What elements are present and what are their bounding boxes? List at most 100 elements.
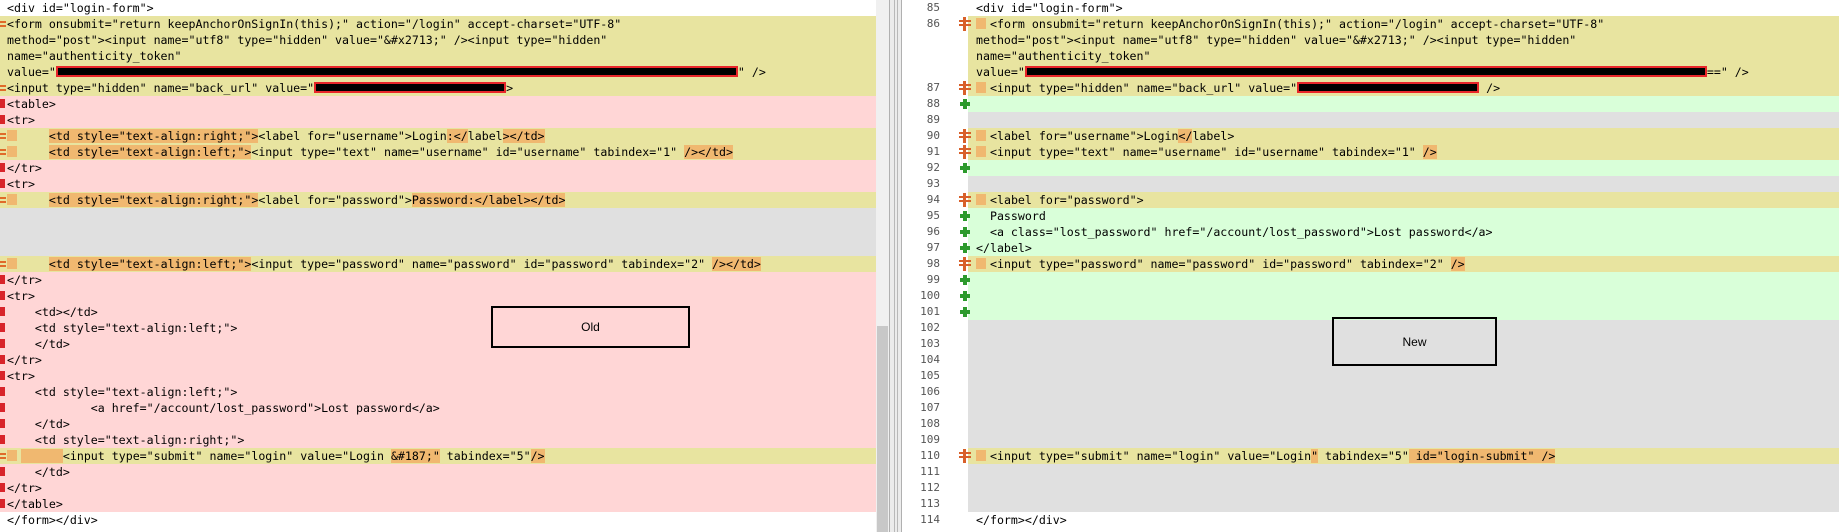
diff-line[interactable]: </form></div> — [0, 512, 876, 528]
redaction-box — [1297, 82, 1480, 93]
diff-line[interactable]: </tr> — [0, 352, 876, 368]
diff-line[interactable]: 100 — [902, 288, 1839, 304]
diff-line[interactable]: 94 <label for="password"> — [902, 192, 1839, 208]
line-code: <form onsubmit="return keepAnchorOnSignI… — [976, 16, 1604, 32]
diff-line[interactable] — [0, 240, 876, 256]
change-marker-icon[interactable] — [958, 80, 972, 96]
insert-plus-icon[interactable] — [958, 240, 972, 256]
code-text: </tr> — [7, 273, 42, 287]
insert-plus-icon[interactable] — [958, 272, 972, 288]
left-scrollbar[interactable] — [876, 0, 889, 532]
diff-line[interactable]: <td style="text-align:left;"> — [0, 384, 876, 400]
diff-line[interactable]: name="authenticity_token" — [0, 48, 876, 64]
diff-line[interactable]: <td style="text-align:right;"><label for… — [0, 192, 876, 208]
diff-line[interactable]: 98 <input type="password" name="password"… — [902, 256, 1839, 272]
diff-line[interactable]: <table> — [0, 96, 876, 112]
diff-line[interactable]: 111 — [902, 464, 1839, 480]
change-marker-icon[interactable] — [958, 16, 972, 32]
insert-plus-icon[interactable] — [958, 288, 972, 304]
deleted-marker-icon — [0, 435, 5, 444]
diff-line[interactable]: 88 — [902, 96, 1839, 112]
line-code: </td> — [7, 416, 70, 432]
diff-line[interactable]: <input type="hidden" name="back_url" val… — [0, 80, 876, 96]
old-file-pane[interactable]: <div id="login-form"> <form onsubmit="ret… — [0, 0, 876, 532]
diff-line[interactable]: 106 — [902, 384, 1839, 400]
diff-line[interactable]: 110 <input type="submit" name="login" val… — [902, 448, 1839, 464]
diff-line[interactable]: <input type="submit" name="login" value=… — [0, 448, 876, 464]
line-code: <form onsubmit="return keepAnchorOnSignI… — [7, 16, 621, 32]
diff-line[interactable]: </table> — [0, 496, 876, 512]
change-marker-icon[interactable] — [958, 144, 972, 160]
pane-splitter[interactable] — [889, 0, 902, 532]
diff-line[interactable]: <td style="text-align:left;"> — [0, 320, 876, 336]
diff-line[interactable]: 105 — [902, 368, 1839, 384]
diff-line[interactable]: <tr> — [0, 368, 876, 384]
diff-line[interactable]: 112 — [902, 480, 1839, 496]
change-marker-icon[interactable] — [958, 128, 972, 144]
diff-line[interactable]: method="post"><input name="utf8" type="h… — [902, 32, 1839, 48]
diff-line[interactable]: 96 <a class="lost_password" href="/accou… — [902, 224, 1839, 240]
diff-line[interactable]: <td></td> — [0, 304, 876, 320]
new-file-pane[interactable]: 85 <div id="login-form"> 86 <form onsubmit=… — [902, 0, 1839, 532]
diff-line[interactable]: 99 — [902, 272, 1839, 288]
diff-line[interactable]: <td style="text-align:left;"><input type… — [0, 256, 876, 272]
line-code: <input type="hidden" name="back_url" val… — [7, 80, 513, 96]
diff-line[interactable]: 114 </form></div> — [902, 512, 1839, 528]
line-number: 108 — [920, 417, 940, 430]
diff-line[interactable]: </tr> — [0, 480, 876, 496]
line-number: 89 — [926, 113, 940, 126]
insert-plus-icon[interactable] — [958, 160, 972, 176]
diff-line[interactable]: <tr> — [0, 112, 876, 128]
change-marker-icon[interactable] — [958, 192, 972, 208]
diff-line[interactable]: 91 <input type="text" name="username" id=… — [902, 144, 1839, 160]
diff-line[interactable]: <tr> — [0, 288, 876, 304]
diff-line[interactable]: 108 — [902, 416, 1839, 432]
redaction-box — [55, 66, 738, 77]
diff-line[interactable]: </td> — [0, 464, 876, 480]
insert-plus-icon[interactable] — [958, 208, 972, 224]
diff-line[interactable]: 89 — [902, 112, 1839, 128]
diff-line[interactable]: 113 — [902, 496, 1839, 512]
diff-line[interactable]: 92 — [902, 160, 1839, 176]
diff-line[interactable]: <form onsubmit="return keepAnchorOnSignI… — [0, 16, 876, 32]
diff-line[interactable]: 85 <div id="login-form"> — [902, 0, 1839, 16]
diff-line[interactable]: 107 — [902, 400, 1839, 416]
change-tick — [7, 450, 17, 461]
diff-line[interactable]: name="authenticity_token" — [902, 48, 1839, 64]
diff-line[interactable]: method="post"><input name="utf8" type="h… — [0, 32, 876, 48]
insert-plus-icon[interactable] — [958, 96, 972, 112]
line-number: 107 — [920, 401, 940, 414]
diff-line[interactable]: 86 <form onsubmit="return keepAnchorOnSig… — [902, 16, 1839, 32]
diff-line[interactable]: value=" ==" /> — [902, 64, 1839, 80]
line-code: <input type="hidden" name="back_url" val… — [976, 80, 1500, 96]
line-code: </tr> — [7, 480, 42, 496]
changed-text: Password:</label></td> — [411, 193, 566, 207]
diff-line[interactable]: 90 <label for="username">Login</label> — [902, 128, 1839, 144]
diff-line[interactable]: </td> — [0, 336, 876, 352]
diff-line[interactable]: <td style="text-align:right;"><label for… — [0, 128, 876, 144]
diff-line[interactable]: 95 Password — [902, 208, 1839, 224]
insert-plus-icon[interactable] — [958, 224, 972, 240]
change-tick — [976, 82, 986, 93]
diff-line[interactable] — [0, 224, 876, 240]
diff-line[interactable]: 87 <input type="hidden" name="back_url" v… — [902, 80, 1839, 96]
change-marker-icon[interactable] — [958, 448, 972, 464]
insert-plus-icon[interactable] — [958, 304, 972, 320]
diff-line[interactable]: <tr> — [0, 176, 876, 192]
diff-line[interactable]: <a href="/account/lost_password">Lost pa… — [0, 400, 876, 416]
diff-line[interactable]: 93 — [902, 176, 1839, 192]
diff-line[interactable]: </td> — [0, 416, 876, 432]
diff-line[interactable]: </tr> — [0, 272, 876, 288]
diff-line[interactable]: </tr> — [0, 160, 876, 176]
change-marker-icon[interactable] — [958, 256, 972, 272]
diff-line[interactable]: <td style="text-align:right;"> — [0, 432, 876, 448]
scroll-thumb[interactable] — [877, 326, 888, 532]
diff-line[interactable]: value=" " /> — [0, 64, 876, 80]
diff-line[interactable]: 97 </label> — [902, 240, 1839, 256]
diff-line[interactable]: 109 — [902, 432, 1839, 448]
diff-line[interactable] — [0, 208, 876, 224]
diff-line[interactable]: <div id="login-form"> — [0, 0, 876, 16]
code-text: value=" — [976, 65, 1025, 79]
line-code: </td> — [7, 336, 70, 352]
diff-line[interactable]: <td style="text-align:left;"><input type… — [0, 144, 876, 160]
